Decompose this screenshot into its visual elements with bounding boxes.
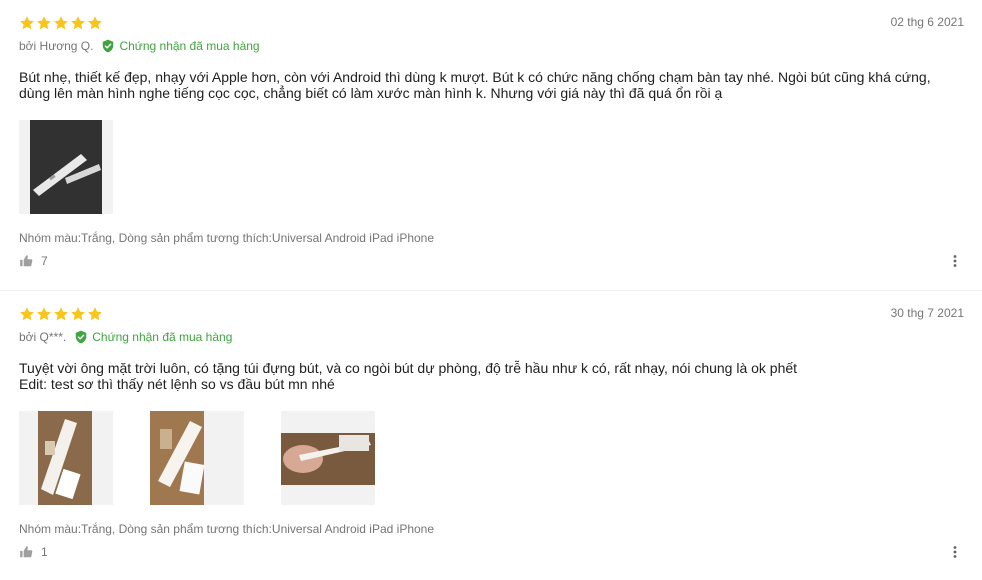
star-icon <box>20 16 34 30</box>
review-content-line: Edit: test sơ thì thấy nét lệnh so vs đầ… <box>19 376 335 392</box>
thumbs-up-icon[interactable] <box>19 254 33 268</box>
rating-stars <box>19 306 103 322</box>
star-icon <box>71 307 85 321</box>
more-vertical-icon[interactable] <box>948 254 962 268</box>
thumbs-up-icon[interactable] <box>19 545 33 559</box>
review-date: 30 thg 7 2021 <box>890 306 964 320</box>
review-images <box>19 120 113 214</box>
like-count: 1 <box>41 545 48 559</box>
more-vertical-icon[interactable] <box>948 545 962 559</box>
product-variant-info: Nhóm màu:Trắng, Dòng sản phẩm tương thíc… <box>19 231 435 245</box>
review-images <box>19 411 375 505</box>
review-content: Bút nhẹ, thiết kế đẹp, nhạy với Apple hơ… <box>19 69 969 101</box>
star-icon <box>71 16 85 30</box>
review-image-thumbnail[interactable] <box>19 120 113 214</box>
review-item: 30 thg 7 2021 bởi Q***. Chứng nhận đã mu… <box>0 291 982 580</box>
like-section: 1 <box>19 545 48 559</box>
product-variant-info: Nhóm màu:Trắng, Dòng sản phẩm tương thíc… <box>19 522 435 536</box>
review-content-line: Tuyệt vời ông mặt trời luôn, có tặng túi… <box>19 360 798 376</box>
review-author: bởi Hương Q. <box>19 39 94 53</box>
review-image-thumbnail[interactable] <box>281 411 375 505</box>
verified-shield-icon <box>103 39 114 53</box>
review-content-line: dùng lên màn hình nghe tiếng cọc cọc, ch… <box>19 85 723 101</box>
star-icon <box>37 16 51 30</box>
review-author: bởi Q***. <box>19 330 67 344</box>
star-icon <box>88 307 102 321</box>
like-count: 7 <box>41 254 48 268</box>
review-item: 02 thg 6 2021 bởi Hương Q. Chứng nhận đã… <box>0 0 982 290</box>
verified-purchase-label: Chứng nhận đã mua hàng <box>119 39 260 53</box>
author-line: bởi Hương Q. Chứng nhận đã mua hàng <box>19 39 260 53</box>
rating-stars <box>19 15 103 31</box>
review-image-thumbnail[interactable] <box>19 411 113 505</box>
review-content-line: Bút nhẹ, thiết kế đẹp, nhạy với Apple hơ… <box>19 69 931 85</box>
verified-purchase-label: Chứng nhận đã mua hàng <box>92 330 233 344</box>
verified-shield-icon <box>75 330 87 344</box>
star-icon <box>54 307 68 321</box>
review-date: 02 thg 6 2021 <box>890 15 964 29</box>
star-icon <box>54 16 68 30</box>
star-icon <box>88 16 102 30</box>
like-section: 7 <box>19 254 48 268</box>
review-content: Tuyệt vời ông mặt trời luôn, có tặng túi… <box>19 360 969 392</box>
author-line: bởi Q***. Chứng nhận đã mua hàng <box>19 330 232 344</box>
star-icon <box>37 307 51 321</box>
star-icon <box>20 307 34 321</box>
review-image-thumbnail[interactable] <box>150 411 244 505</box>
